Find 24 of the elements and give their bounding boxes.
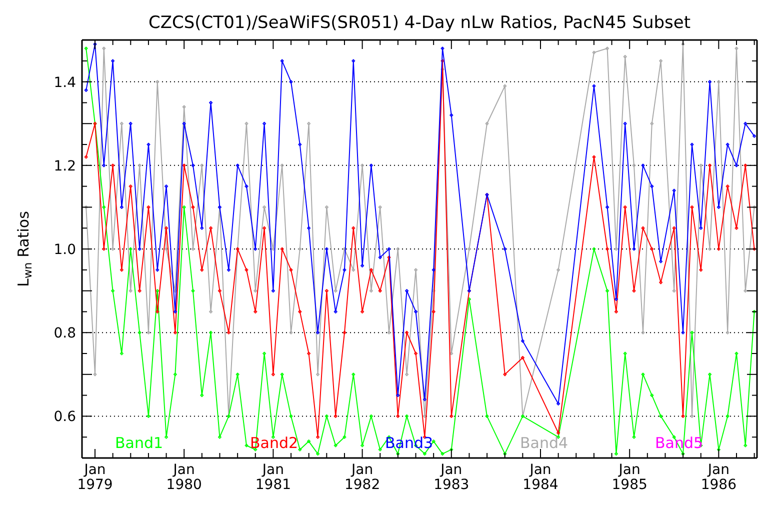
tick-label: Jan: [173, 462, 195, 478]
tick-label: Jan: [84, 462, 106, 478]
tick-label: Jan: [262, 462, 284, 478]
tick-label: Jan: [530, 462, 552, 478]
tick-label: 1979: [77, 477, 113, 493]
tick-label: 1.2: [54, 158, 76, 174]
tick-label: 1981: [255, 477, 292, 493]
tick-label: 0.8: [54, 326, 76, 342]
tick-label: Jan: [708, 462, 730, 478]
tick-label: 1985: [612, 477, 648, 493]
tick-label: Jan: [440, 462, 462, 478]
tick-label: 1984: [522, 477, 558, 493]
tick-label: 1983: [434, 477, 470, 493]
legend-label: Band1: [115, 434, 164, 452]
tick-label: Jan: [618, 462, 640, 478]
tick-label: 1980: [166, 477, 202, 493]
tick-label: 0.6: [54, 409, 76, 426]
tick-label: 1.4: [54, 74, 76, 91]
chart-title: CZCS(CT01)/SeaWiFS(SR051) 4-Day nLw Ratios, PacN45 Subset: [148, 13, 690, 33]
tick-label: 1.0: [54, 242, 76, 258]
legend-label: Band4: [520, 434, 568, 452]
tick-label: 1986: [700, 477, 736, 493]
tick-label: Jan: [352, 462, 374, 478]
tick-label: 1982: [344, 477, 380, 493]
